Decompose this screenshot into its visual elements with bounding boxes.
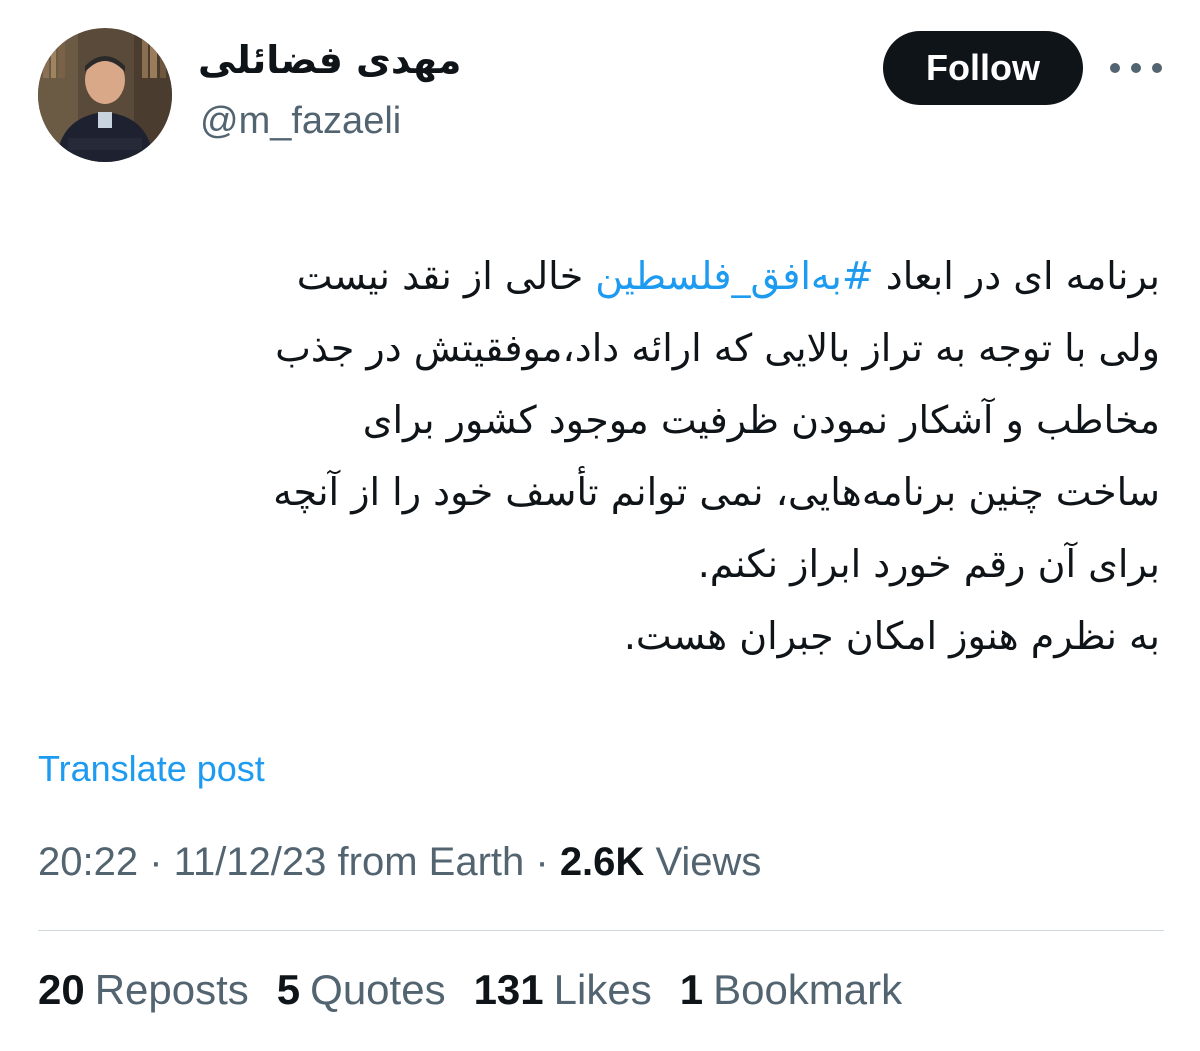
post-text: برنامه ای در ابعاد #به‌افق_فلسطین خالی ا… [40,240,1160,672]
views-label: Views [655,840,762,884]
post-line: به نظرم هنوز امکان جبران هست. [623,614,1160,658]
bookmarks-count: 1 [679,966,704,1013]
likes-label: Likes [553,966,652,1013]
post-time[interactable]: 20:22 [38,840,138,884]
post-header: مهدی فضائلی @m_fazaeli Follow [0,0,1200,190]
views-count: 2.6K [559,840,645,884]
quotes-label: Quotes [310,966,446,1013]
quotes-stat[interactable]: 5 Quotes [277,966,446,1014]
reposts-count: 20 [38,966,85,1013]
bookmarks-label: Bookmark [713,966,903,1013]
hashtag-link[interactable]: #به‌افق_فلسطین [595,254,873,298]
post-meta: 20:22 · 11/12/23 from Earth · 2.6K Views [38,840,761,885]
more-dot [1131,63,1141,73]
quotes-count: 5 [276,966,301,1013]
more-dot [1152,63,1162,73]
post-line-segment: برنامه ای در ابعاد [873,254,1160,298]
more-options-icon[interactable] [1110,50,1162,86]
post-date[interactable]: 11/12/23 [174,840,327,884]
meta-separator: · [149,840,174,884]
likes-count: 131 [473,966,544,1013]
author-name[interactable]: مهدی فضائلی [198,38,461,82]
reposts-stat[interactable]: 20 Reposts [38,966,249,1014]
post-line: برنامه ای در ابعاد #به‌افق_فلسطین خالی ا… [40,240,1160,312]
follow-button[interactable]: Follow [883,31,1083,105]
post-line: ساخت چنین برنامه‌هایی، نمی توانم تأسف خو… [273,470,1160,514]
bookmarks-stat[interactable]: 1 Bookmark [680,966,902,1014]
reposts-label: Reposts [94,966,249,1013]
post-line: ولی با توجه به تراز بالایی که ارائه داد،… [275,326,1160,370]
meta-separator: · [535,840,560,884]
divider [38,930,1164,931]
more-dot [1110,63,1120,73]
author-avatar[interactable] [38,28,172,162]
author-handle[interactable]: @m_fazaeli [200,100,401,143]
engagement-stats: 20 Reposts 5 Quotes 131 Likes 1 Bookmark [38,966,930,1014]
avatar-image [38,28,172,162]
likes-stat[interactable]: 131 Likes [474,966,652,1014]
post-line-segment: خالی از نقد نیست [296,254,596,298]
post-source: from Earth [337,840,525,884]
post-line: مخاطب و آشکار نمودن ظرفیت موجود کشور برا… [362,398,1160,442]
post-line: برای آن رقم خورد ابراز نکنم. [697,542,1160,586]
translate-post-link[interactable]: Translate post [38,748,265,790]
